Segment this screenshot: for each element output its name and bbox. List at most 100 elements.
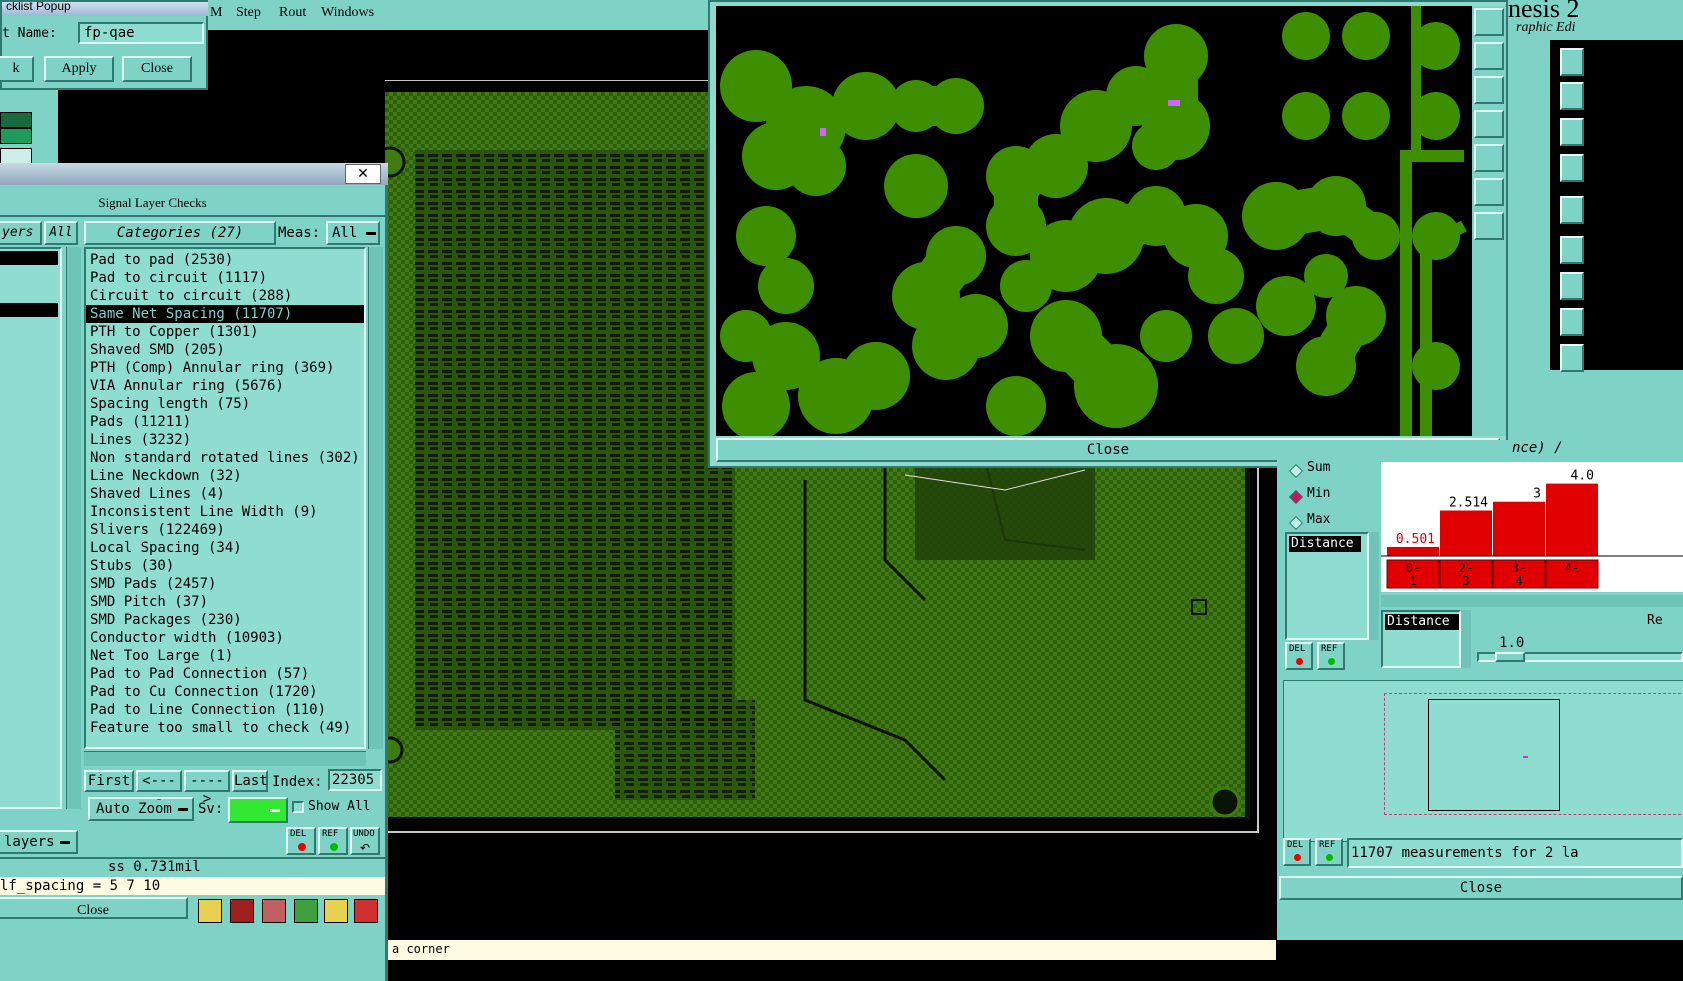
menu-item-step[interactable]: Step [236, 5, 261, 21]
auto-zoom-dropdown[interactable]: Auto Zoom [88, 797, 194, 821]
checklist-popup-titlebar[interactable]: cklist Popup [2, 2, 208, 16]
toolbar-icon-1[interactable] [198, 899, 222, 923]
distance-list-2[interactable]: Distance [1381, 610, 1461, 668]
layer-row-selected[interactable] [0, 251, 58, 265]
category-item[interactable]: VIA Annular ring (5676) [86, 377, 364, 395]
ref-button[interactable]: REF [318, 827, 348, 855]
categories-scrollbar[interactable] [368, 247, 383, 749]
zoom-tool-icon-6[interactable] [1474, 178, 1504, 206]
color-swatch-green[interactable] [0, 128, 32, 144]
category-item[interactable]: Line Neckdown (32) [86, 467, 364, 485]
last-button[interactable]: Last [232, 770, 268, 792]
sv-color-dropdown[interactable] [228, 797, 288, 823]
category-item[interactable]: Spacing length (75) [86, 395, 364, 413]
category-item[interactable]: Same Net Spacing (11707) [86, 305, 364, 323]
distance-list-scrollbar[interactable] [1369, 532, 1379, 640]
right-tool-icon-7[interactable] [1560, 272, 1584, 300]
category-item[interactable]: PTH to Copper (1301) [86, 323, 364, 341]
category-item[interactable]: Local Spacing (34) [86, 539, 364, 557]
color-swatch-dark[interactable] [0, 112, 32, 128]
menu-item-m[interactable]: M [210, 5, 222, 21]
category-item[interactable]: Pad to Pad Connection (57) [86, 665, 364, 683]
summary-del-button[interactable]: DEL [1283, 838, 1311, 866]
stats-ref-button[interactable]: REF [1317, 642, 1345, 670]
ok-button[interactable]: k [0, 56, 34, 82]
zoom-tool-icon-4[interactable] [1474, 110, 1504, 138]
right-tool-icon-6[interactable] [1560, 236, 1584, 264]
prev-button[interactable]: <---- [136, 770, 182, 807]
right-tool-icon-5[interactable] [1560, 196, 1584, 224]
category-item[interactable]: SMD Packages (230) [86, 611, 364, 629]
category-item[interactable]: Pad to Cu Connection (1720) [86, 683, 364, 701]
layers-header[interactable]: yers [0, 221, 42, 245]
res-slider[interactable] [1477, 652, 1683, 662]
layers-list[interactable] [0, 247, 62, 809]
histogram-hscroll[interactable] [1381, 595, 1683, 607]
category-item[interactable]: Non standard rotated lines (302) [86, 449, 364, 467]
layer-row-selected-2[interactable] [0, 303, 58, 317]
menu-item-rout[interactable]: Rout [279, 5, 306, 21]
violation-marker[interactable] [1168, 100, 1180, 106]
res-slider-thumb[interactable] [1495, 652, 1525, 662]
category-item[interactable]: Stubs (30) [86, 557, 364, 575]
right-tool-icon-4[interactable] [1560, 154, 1584, 182]
toolbar-icon-5[interactable] [324, 899, 348, 923]
category-item[interactable]: Pads (11211) [86, 413, 364, 431]
stats-del-button[interactable]: DEL [1285, 642, 1313, 670]
meas-dropdown[interactable]: All [326, 221, 380, 245]
right-tool-icon-3[interactable] [1560, 118, 1584, 146]
window-close-icon[interactable]: ✕ [345, 164, 381, 184]
toolbar-icon-6[interactable] [354, 899, 378, 923]
right-tool-icon-8[interactable] [1560, 308, 1584, 336]
index-field[interactable]: 22305 [328, 769, 382, 791]
categories-hscrollbar[interactable] [84, 751, 366, 766]
menu-item-windows[interactable]: Windows [321, 5, 374, 21]
layers-all-button[interactable]: All [44, 221, 78, 245]
histogram-bar[interactable] [1440, 510, 1492, 556]
category-item[interactable]: Feature too small to check (49) [86, 719, 364, 737]
categories-list[interactable]: Pad to pad (2530) Pad to circuit (1117) Ci… [84, 247, 366, 749]
color-swatch-light[interactable] [0, 148, 32, 164]
category-item[interactable]: PTH (Comp) Annular ring (369) [86, 359, 364, 377]
toolbar-icon-2[interactable] [230, 899, 254, 923]
close-popup-button[interactable]: Close [122, 56, 192, 82]
category-item[interactable]: Lines (3232) [86, 431, 364, 449]
distance-list-item[interactable]: Distance [1289, 536, 1361, 552]
toolbar-icon-3[interactable] [262, 899, 286, 923]
zoom-tool-icon-2[interactable] [1474, 42, 1504, 70]
category-item[interactable]: Net Too Large (1) [86, 647, 364, 665]
zoom-tool-icon-7[interactable] [1474, 212, 1504, 240]
distance-list-2-scrollbar[interactable] [1461, 610, 1471, 668]
bottom-close-button[interactable]: Close [0, 897, 188, 919]
right-tool-icon-2[interactable] [1560, 82, 1584, 110]
category-item[interactable]: Circuit to circuit (288) [86, 287, 364, 305]
category-item[interactable]: Shaved Lines (4) [86, 485, 364, 503]
category-item[interactable]: SMD Pads (2457) [86, 575, 364, 593]
first-button[interactable]: First [84, 770, 134, 792]
zoom-tool-icon-5[interactable] [1474, 144, 1504, 172]
histogram-bar[interactable] [1546, 483, 1598, 556]
show-all-checkbox[interactable] [292, 801, 304, 813]
toolbar-icon-4[interactable] [294, 899, 318, 923]
distance-list[interactable]: Distance [1285, 532, 1369, 640]
layers-scrollbar[interactable] [66, 247, 81, 809]
category-item[interactable]: Conductor width (10903) [86, 629, 364, 647]
apply-button[interactable]: Apply [44, 56, 114, 82]
category-item[interactable]: Pad to circuit (1117) [86, 269, 364, 287]
zoom-tool-icon-3[interactable] [1474, 76, 1504, 104]
category-item[interactable]: Pad to Line Connection (110) [86, 701, 364, 719]
next-button[interactable]: ----> [184, 770, 230, 807]
zoom-canvas[interactable] [716, 6, 1472, 436]
del-button[interactable]: DEL [286, 827, 316, 855]
checklist-name-field[interactable]: fp-qae [78, 22, 204, 44]
violation-marker[interactable] [820, 128, 826, 136]
window-titlebar[interactable]: ✕ [0, 163, 388, 185]
zoom-tool-icon-1[interactable] [1474, 8, 1504, 36]
category-item[interactable]: Slivers (122469) [86, 521, 364, 539]
category-item[interactable]: Inconsistent Line Width (9) [86, 503, 364, 521]
distance-list-2-item[interactable]: Distance [1385, 614, 1459, 630]
categories-header[interactable]: Categories (27) [84, 221, 276, 245]
layers-dropdown[interactable]: layers [0, 830, 78, 854]
category-item[interactable]: SMD Pitch (37) [86, 593, 364, 611]
right-tool-icon-1[interactable] [1560, 48, 1584, 76]
